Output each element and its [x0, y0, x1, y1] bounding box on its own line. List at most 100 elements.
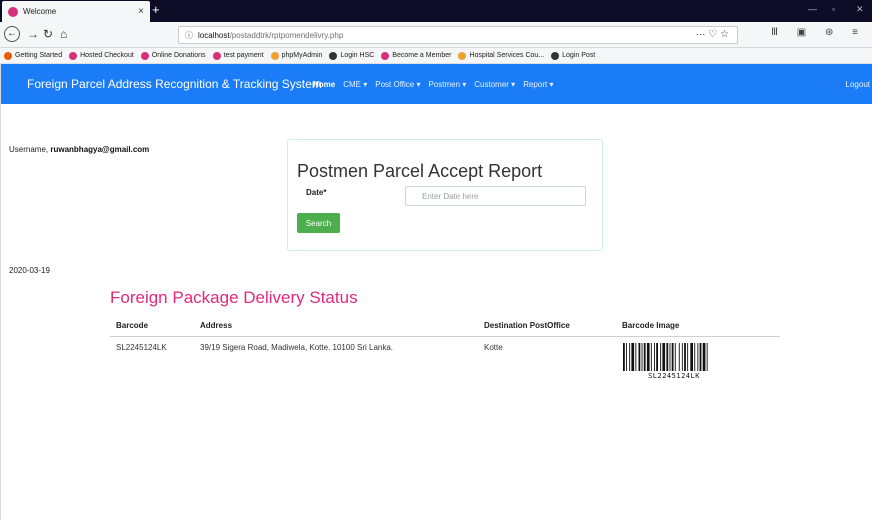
barcode-bar: [669, 342, 671, 371]
barcode-bar: [706, 342, 708, 371]
cell-post-office: Kotte: [484, 342, 503, 352]
bookmark-label: Become a Member: [392, 52, 452, 59]
bookmark-icon: [551, 51, 560, 60]
bookmark-label: phpMyAdmin: [281, 52, 323, 59]
cell-barcode: SL2245124LK: [116, 342, 167, 352]
menu-postmen[interactable]: Postmen ▾: [428, 80, 466, 89]
barcode-bar: [660, 342, 662, 371]
barcode-caption: SL2245124LK: [648, 371, 700, 380]
barcode-bar: [635, 342, 637, 371]
report-form-card: Postmen Parcel Accept Report Date* Searc…: [287, 139, 603, 251]
browser-toolbar: ← → ↻ ⌂ ⓘ localhost /postaddtrk/rptpomen…: [0, 22, 872, 48]
barcode-bar: [643, 342, 646, 371]
barcode-bar: [694, 342, 696, 371]
bookmark-icon: [329, 51, 338, 60]
table-header-row: Barcode Address Destination PostOffice B…: [110, 315, 780, 337]
close-window-icon[interactable]: ✕: [856, 4, 864, 15]
reload-icon[interactable]: ↻: [43, 27, 53, 41]
menu-home[interactable]: Home: [313, 80, 335, 89]
barcode-bar: [687, 342, 689, 371]
bookmarks-bar: Getting Started Hosted Checkout Online Don…: [0, 48, 872, 64]
site-favicon-icon: [8, 6, 18, 17]
menu-report[interactable]: Report ▾: [523, 80, 553, 89]
barcode-bar: [656, 342, 658, 371]
cell-address: 39/19 Sigera Road, Madiwela, Kotte. 1010…: [200, 342, 394, 352]
barcode-bar: [666, 342, 669, 371]
url-host: localhost: [198, 30, 230, 40]
tab-close-icon[interactable]: ×: [138, 6, 144, 17]
bookmark-label: Login HSC: [340, 52, 375, 59]
barcode-image: SL2245124LK: [622, 342, 726, 380]
bookmark-item[interactable]: Hosted Checkout: [69, 51, 134, 60]
minimize-icon[interactable]: —: [808, 4, 817, 14]
bookmark-label: Getting Started: [15, 52, 63, 59]
bookmark-icon: [69, 51, 78, 60]
app-brand[interactable]: Foreign Parcel Address Recognition & Tra…: [27, 77, 322, 91]
form-title: Postmen Parcel Accept Report: [297, 161, 543, 181]
col-address: Address: [194, 315, 478, 337]
bookmark-icon: [381, 51, 390, 60]
barcode-bar: [699, 342, 702, 371]
barcode-bar: [681, 342, 683, 371]
bookmark-icon: [140, 51, 149, 60]
menu-post-office[interactable]: Post Office ▾: [375, 80, 420, 89]
bookmark-icon: [212, 51, 221, 60]
barcode-bar: [674, 342, 676, 371]
cell-barcode-image: SL2245124LK: [616, 336, 780, 386]
bookmark-label: Login Post: [562, 52, 596, 59]
toolbar-right-icons[interactable]: Ⅲ ▣ ⊛ ≡: [771, 27, 866, 38]
barcode-bar: [671, 342, 674, 371]
barcode-graphic: [623, 342, 708, 371]
page-info-icon[interactable]: ⓘ: [185, 30, 193, 41]
barcode-bar: [654, 342, 655, 371]
main-menu: Home CME ▾ Post Office ▾ Postmen ▾ Custo…: [313, 80, 561, 89]
table-row: SL2245124LK 39/19 Sigera Road, Madiwela,…: [110, 336, 780, 386]
url-path: /postaddtrk/rptpomendelivry.php: [229, 30, 344, 40]
bookmark-item[interactable]: Online Donations: [140, 51, 206, 60]
date-input[interactable]: [405, 186, 586, 206]
address-bar[interactable]: ⓘ localhost /postaddtrk/rptpomendelivry.…: [178, 26, 738, 44]
new-tab-button[interactable]: +: [152, 2, 160, 17]
section-title: Foreign Package Delivery Status: [110, 288, 358, 307]
tab-title: Welcome: [23, 7, 57, 16]
home-icon[interactable]: ⌂: [60, 27, 67, 41]
bookmark-item[interactable]: Become a Member: [381, 51, 452, 60]
page-actions-icon[interactable]: ··· ♡ ☆: [696, 29, 729, 40]
bookmark-item[interactable]: Login HSC: [329, 51, 375, 60]
bookmark-icon: [458, 51, 467, 60]
date-label: Date*: [306, 188, 327, 197]
bookmark-item[interactable]: phpMyAdmin: [270, 51, 323, 60]
bookmark-label: Hosted Checkout: [80, 52, 134, 59]
bookmark-item[interactable]: test payment: [212, 51, 264, 60]
menu-cme[interactable]: CME ▾: [343, 80, 367, 89]
back-icon[interactable]: ←: [4, 26, 20, 42]
barcode-bar: [638, 342, 641, 371]
bookmark-item[interactable]: Hospital Services Cou...: [458, 51, 544, 60]
bookmark-icon: [270, 51, 279, 60]
browser-tab-bar: Welcome × + — ▫ ✕: [0, 0, 872, 22]
barcode-bar: [641, 342, 643, 371]
forward-icon[interactable]: →: [27, 27, 39, 41]
maximize-icon[interactable]: ▫: [832, 4, 835, 14]
username-line: Username, ruwanbhagya@gmail.com: [9, 145, 149, 154]
app-navbar: Foreign Parcel Address Recognition & Tra…: [0, 64, 872, 104]
report-date: 2020-03-19: [9, 266, 50, 275]
bookmark-label: Online Donations: [151, 52, 206, 59]
barcode-bar: [702, 342, 706, 371]
barcode-bar: [629, 342, 631, 371]
window-edge: [0, 64, 1, 520]
barcode-bar: [690, 342, 693, 371]
delivery-status-table: Barcode Address Destination PostOffice B…: [110, 315, 780, 386]
bookmark-item[interactable]: Login Post: [551, 51, 596, 60]
menu-customer[interactable]: Customer ▾: [474, 80, 515, 89]
barcode-bar: [662, 342, 666, 371]
col-barcode-image: Barcode Image: [616, 315, 780, 337]
logout-link[interactable]: Logout: [846, 80, 870, 89]
username-email: ruwanbhagya@gmail.com: [50, 145, 150, 154]
bookmark-item[interactable]: Getting Started: [4, 51, 63, 60]
search-button[interactable]: Search: [297, 213, 340, 233]
bookmark-icon: [4, 51, 12, 60]
barcode-bar: [626, 342, 627, 371]
username-prefix: Username,: [9, 145, 51, 154]
browser-tab[interactable]: Welcome ×: [2, 1, 150, 22]
